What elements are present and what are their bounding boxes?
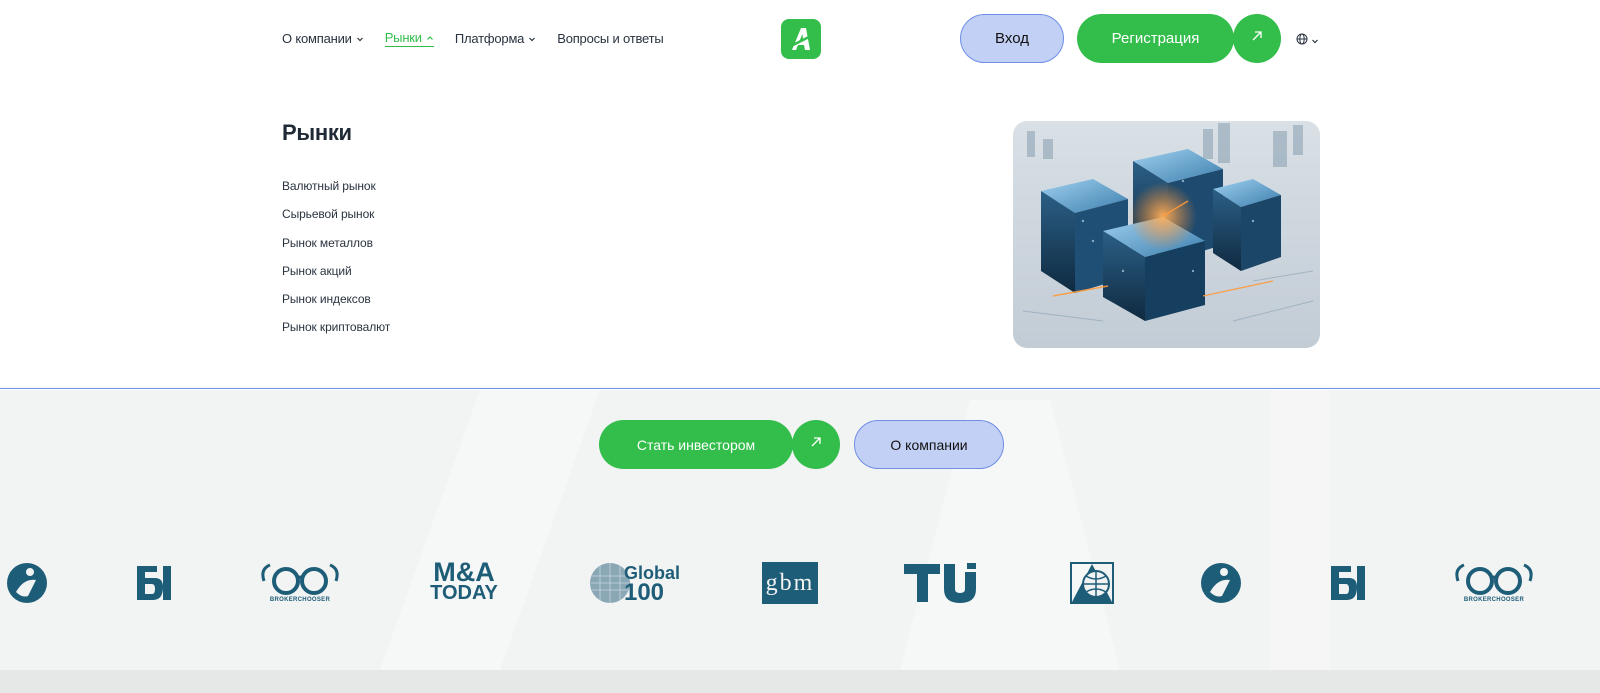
global-100-line2: 100 <box>623 579 665 606</box>
ma-today-line1: M&A <box>433 557 495 587</box>
register-button[interactable]: Регистрация <box>1077 14 1234 63</box>
list-item[interactable]: Сырьевой рынок <box>282 207 390 235</box>
i-circle-logo <box>6 560 48 606</box>
brokerchooser-logo: BROKERCHOOSER <box>258 560 342 606</box>
nav-item-about[interactable]: О компании <box>282 31 364 46</box>
markets-dropdown-panel: Рынки Валютный рынок Сырьевой рынок Рыно… <box>0 78 1600 389</box>
login-button[interactable]: Вход <box>960 14 1064 63</box>
register-button-label: Регистрация <box>1111 30 1200 47</box>
list-item[interactable]: Рынок индексов <box>282 292 390 320</box>
brokerchooser-logo: BROKERCHOOSER <box>1452 560 1536 606</box>
list-item[interactable]: Рынок акций <box>282 264 390 292</box>
become-investor-label: Стать инвестором <box>636 436 756 453</box>
brokerchooser-text: BROKERCHOOSER <box>269 597 331 603</box>
nav-item-platform[interactable]: Платформа <box>455 31 536 46</box>
hero-lower-section: Стать инвестором О компании BROKERCHOOSE… <box>0 390 1600 670</box>
nav-item-label: Платформа <box>454 31 525 46</box>
brokerchooser-text: BROKERCHOOSER <box>1463 597 1525 603</box>
arrow-up-right-icon <box>1250 29 1264 48</box>
markets-illustration <box>1013 121 1320 348</box>
about-company-button[interactable]: О компании <box>854 420 1004 469</box>
gbm-logo: gbm <box>762 560 818 606</box>
nav-item-label: О компании <box>282 31 352 46</box>
register-arrow-button[interactable] <box>1233 14 1281 63</box>
globe-icon <box>1296 32 1308 50</box>
chevron-down-icon <box>528 35 536 43</box>
nav-item-label: Вопросы и ответы <box>557 31 664 46</box>
bt-logo <box>1326 560 1370 606</box>
nav-item-label: Рынки <box>384 30 422 45</box>
gbm-text: gbm <box>765 569 815 596</box>
bt-logo <box>132 560 176 606</box>
tu-logo <box>904 560 986 606</box>
main-nav: О компании Рынки Платформа Вопросы и отв… <box>282 30 685 47</box>
panel-title: Рынки <box>282 120 352 145</box>
partner-logos-strip: BROKERCHOOSER M&A TODAY Global 100 gbm B… <box>0 557 1600 606</box>
list-item[interactable]: Валютный рынок <box>282 179 390 207</box>
markets-list: Валютный рынок Сырьевой рынок Рынок мета… <box>282 179 390 349</box>
i-circle-logo <box>1200 560 1242 606</box>
language-selector[interactable] <box>1296 32 1319 50</box>
chevron-down-icon <box>356 35 364 43</box>
about-company-label: О компании <box>890 436 968 453</box>
login-button-label: Вход <box>995 30 1029 47</box>
become-investor-arrow-button[interactable] <box>792 420 840 469</box>
list-item[interactable]: Рынок металлов <box>282 236 390 264</box>
chevron-up-icon <box>426 34 434 42</box>
ma-today-line2: TODAY <box>430 582 498 604</box>
footer-strip <box>0 670 1600 693</box>
globe-square-logo <box>1070 560 1114 606</box>
list-item[interactable]: Рынок криптовалют <box>282 320 390 348</box>
brand-logo-a-icon[interactable] <box>781 19 821 59</box>
ma-today-logo: M&A TODAY <box>424 557 504 606</box>
global-100-logo: Global 100 <box>590 560 680 606</box>
nav-item-markets[interactable]: Рынки <box>384 30 434 47</box>
arrow-up-right-icon <box>809 435 823 454</box>
chevron-down-icon <box>1311 32 1319 50</box>
become-investor-button[interactable]: Стать инвестором <box>599 420 793 469</box>
site-header: О компании Рынки Платформа Вопросы и отв… <box>0 0 1600 78</box>
nav-item-faq[interactable]: Вопросы и ответы <box>557 31 663 46</box>
